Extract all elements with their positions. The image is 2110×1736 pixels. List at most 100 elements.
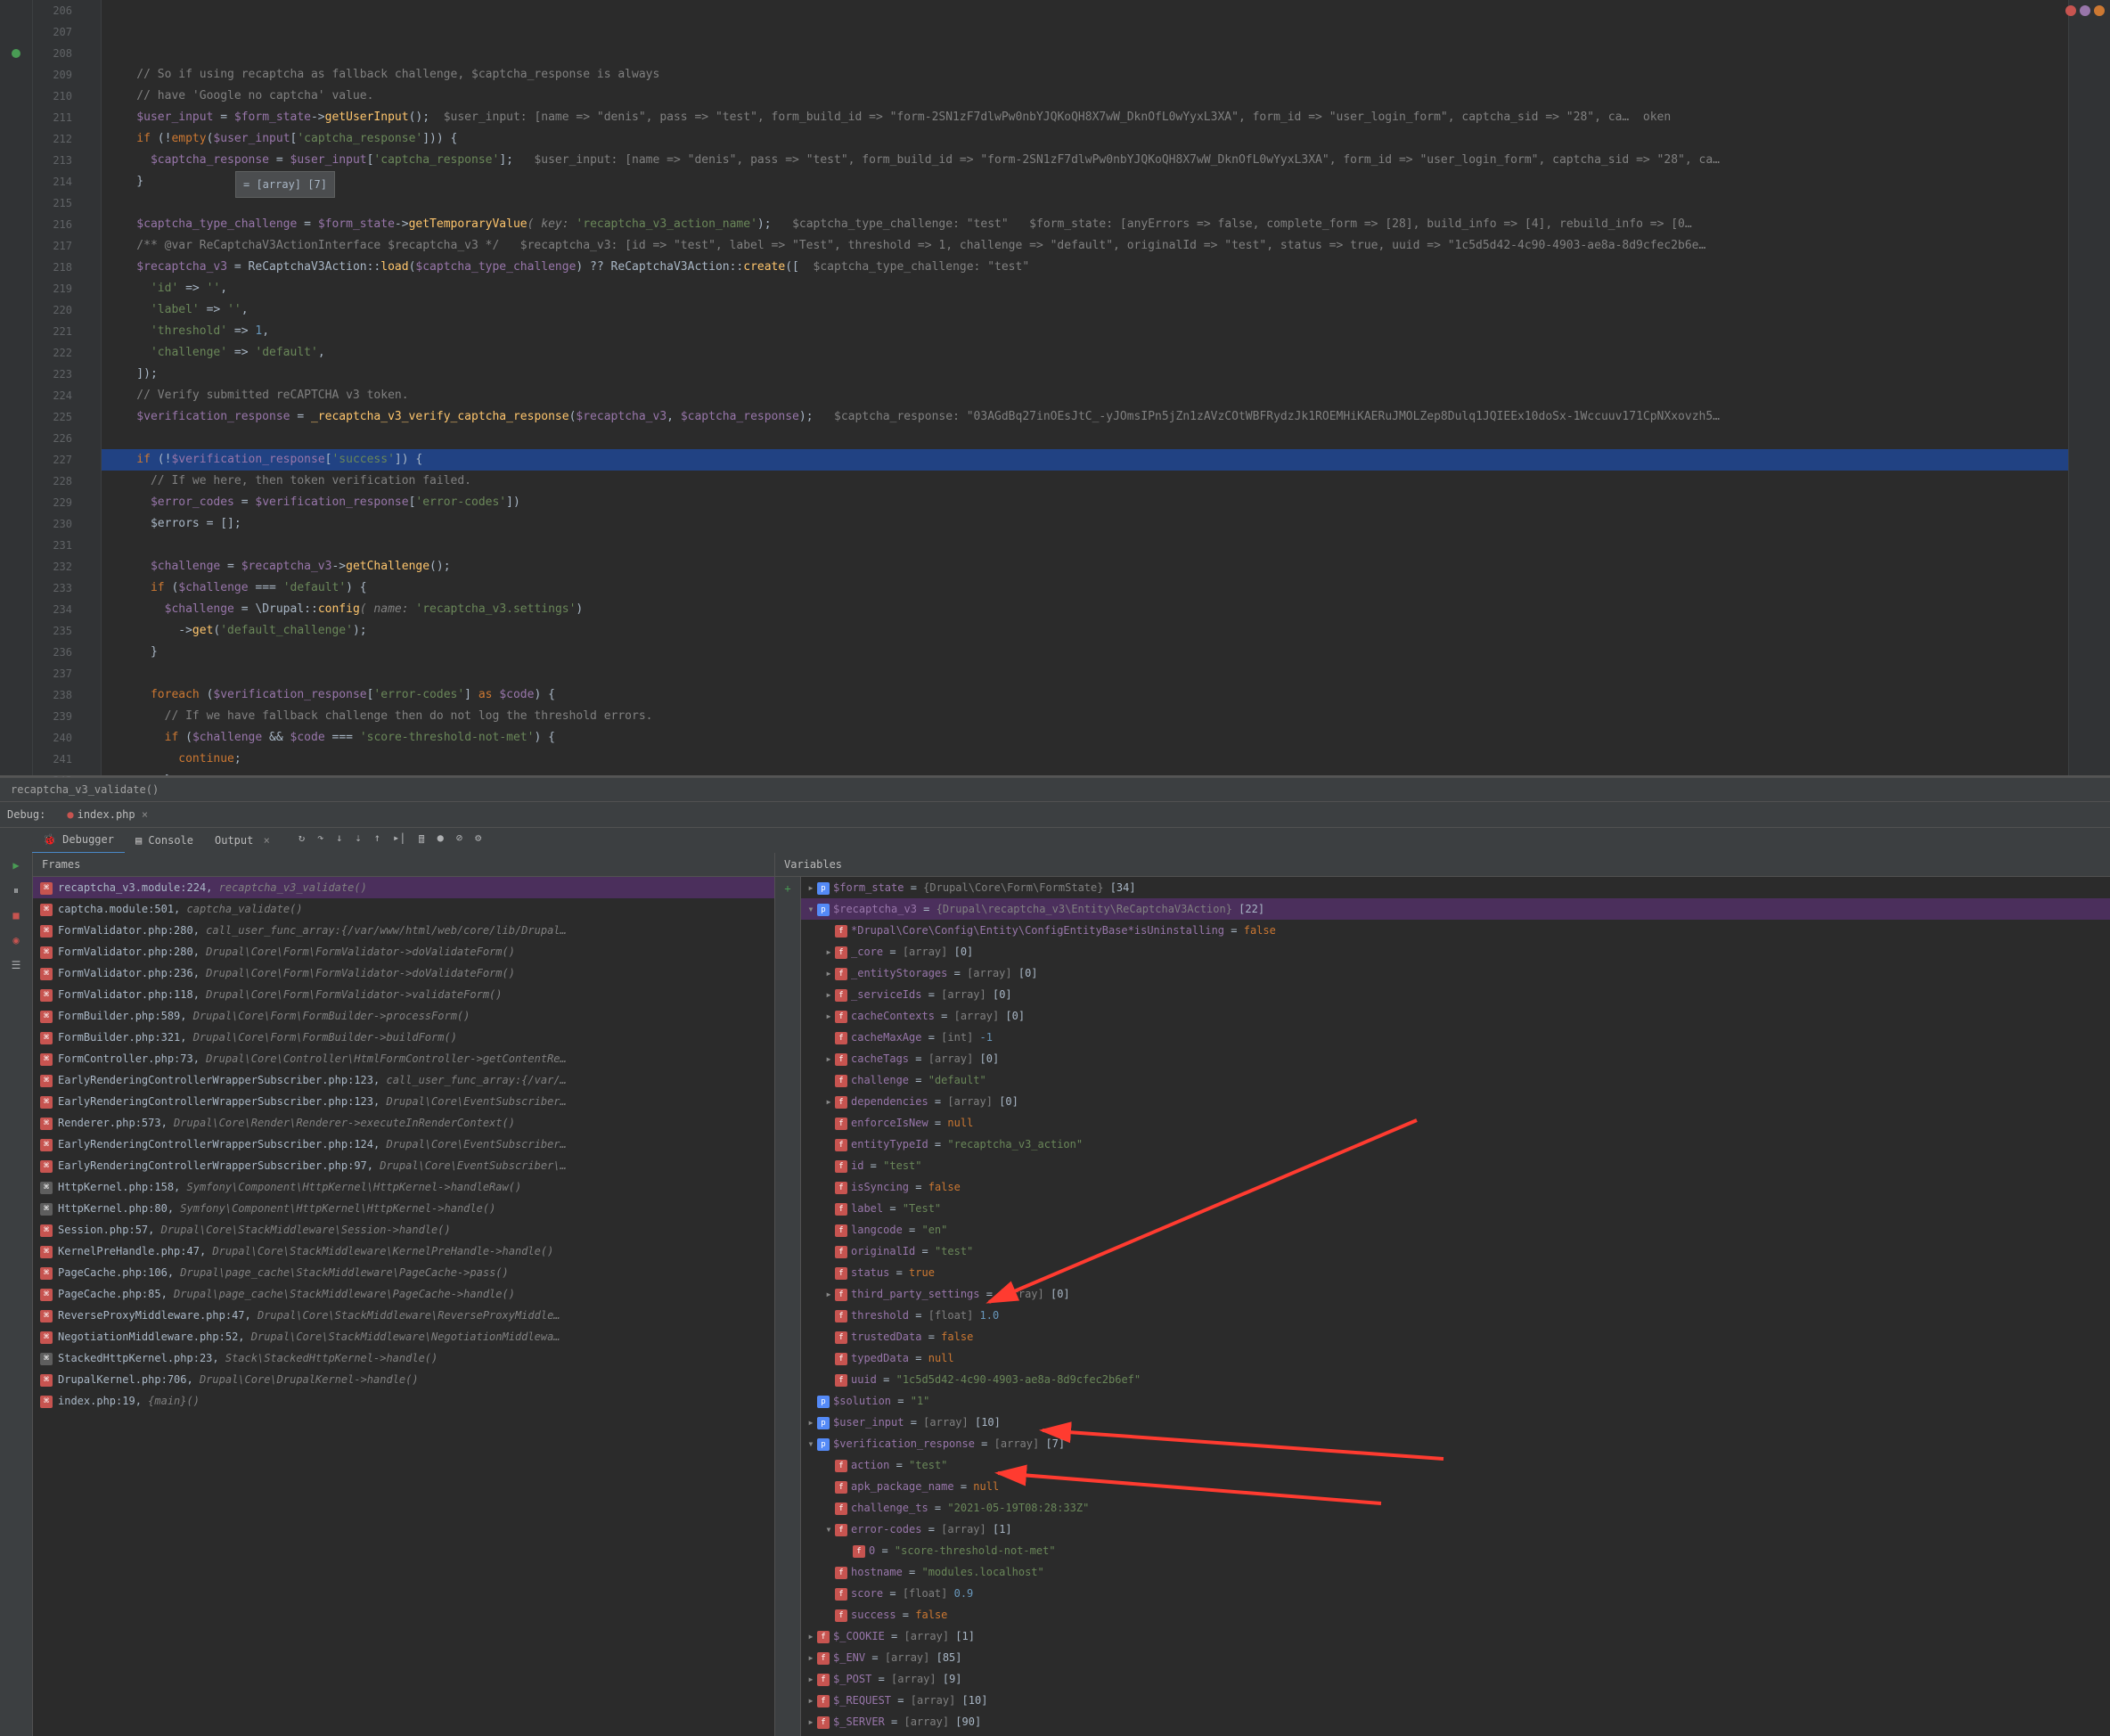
frames-list[interactable]: ⌘recaptcha_v3.module:224, recaptcha_v3_v… <box>33 877 774 1736</box>
variable-row[interactable]: fchallenge_ts = "2021-05-19T08:28:33Z" <box>801 1497 2110 1519</box>
rerun-icon[interactable]: ↻ <box>299 831 305 850</box>
code-line[interactable] <box>102 663 2068 684</box>
code-line[interactable]: if ($challenge === 'default') { <box>102 577 2068 599</box>
code-line[interactable]: $captcha_type_challenge = $form_state->g… <box>102 214 2068 235</box>
variable-row[interactable]: ▸f$_REQUEST = [array] [10] <box>801 1690 2110 1711</box>
code-line[interactable]: $challenge = \Drupal::config( name: 'rec… <box>102 599 2068 620</box>
variable-row[interactable]: fapk_package_name = null <box>801 1476 2110 1497</box>
code-line[interactable]: ]); <box>102 364 2068 385</box>
code-line[interactable]: if (!empty($user_input['captcha_response… <box>102 128 2068 150</box>
mute-breakpoints-icon[interactable]: ⊘ <box>456 831 462 850</box>
pause-icon[interactable]: ⏸ <box>0 878 32 903</box>
stack-frame[interactable]: ⌘NegotiationMiddleware.php:52, Drupal\Co… <box>33 1326 774 1347</box>
code-line[interactable]: } <box>102 770 2068 775</box>
view-breakpoints-icon[interactable]: ◉ <box>0 928 32 953</box>
variable-row[interactable]: ▸fdependencies = [array] [0] <box>801 1091 2110 1112</box>
evaluate-expression-icon[interactable]: 🖩 <box>418 831 424 850</box>
variables-list[interactable]: ▸p$form_state = {Drupal\Core\Form\FormSt… <box>801 877 2110 1736</box>
variable-row[interactable]: fenforceIsNew = null <box>801 1112 2110 1134</box>
variable-row[interactable]: p$solution = "1" <box>801 1390 2110 1412</box>
stack-frame[interactable]: ⌘index.php:19, {main}() <box>33 1390 774 1412</box>
stack-frame[interactable]: ⌘KernelPreHandle.php:47, Drupal\Core\Sta… <box>33 1241 774 1262</box>
add-watch-icon[interactable]: + <box>775 877 800 900</box>
code-line[interactable]: continue; <box>102 749 2068 770</box>
settings-icon[interactable]: ⚙ <box>475 831 481 850</box>
variable-row[interactable]: ▸f_entityStorages = [array] [0] <box>801 962 2110 984</box>
stack-frame[interactable]: ⌘PageCache.php:85, Drupal\page_cache\Sta… <box>33 1283 774 1305</box>
stack-frame[interactable]: ⌘EarlyRenderingControllerWrapperSubscrib… <box>33 1069 774 1091</box>
code-line[interactable]: // If we here, then token verification f… <box>102 471 2068 492</box>
variable-row[interactable]: ▸f$_SESSION = [array] [3] <box>801 1732 2110 1736</box>
stack-frame[interactable]: ⌘PageCache.php:106, Drupal\page_cache\St… <box>33 1262 774 1283</box>
stack-frame[interactable]: ⌘FormController.php:73, Drupal\Core\Cont… <box>33 1048 774 1069</box>
code-line[interactable]: $user_input = $form_state->getUserInput(… <box>102 107 2068 128</box>
stack-frame[interactable]: ⌘FormValidator.php:280, Drupal\Core\Form… <box>33 941 774 962</box>
breadcrumb[interactable]: recaptcha_v3_validate() <box>0 777 2110 801</box>
code-line[interactable]: // have 'Google no captcha' value. <box>102 86 2068 107</box>
variable-row[interactable]: faction = "test" <box>801 1454 2110 1476</box>
variable-row[interactable]: ▸fcacheTags = [array] [0] <box>801 1048 2110 1069</box>
variable-row[interactable]: ▾p$recaptcha_v3 = {Drupal\recaptcha_v3\E… <box>801 898 2110 920</box>
stack-frame[interactable]: ⌘EarlyRenderingControllerWrapperSubscrib… <box>33 1134 774 1155</box>
variable-row[interactable]: fisSyncing = false <box>801 1176 2110 1198</box>
variable-row[interactable]: ▸f_serviceIds = [array] [0] <box>801 984 2110 1005</box>
step-into-icon[interactable]: ↓ <box>336 831 342 850</box>
stop-icon[interactable]: ■ <box>0 903 32 928</box>
code-line[interactable]: 'label' => '', <box>102 299 2068 321</box>
variable-row[interactable]: f*Drupal\Core\Config\Entity\ConfigEntity… <box>801 920 2110 941</box>
code-line[interactable] <box>102 192 2068 214</box>
stack-frame[interactable]: ⌘StackedHttpKernel.php:23, Stack\Stacked… <box>33 1347 774 1369</box>
variable-row[interactable]: fchallenge = "default" <box>801 1069 2110 1091</box>
stack-frame[interactable]: ⌘ReverseProxyMiddleware.php:47, Drupal\C… <box>33 1305 774 1326</box>
stack-frame[interactable]: ⌘FormBuilder.php:321, Drupal\Core\Form\F… <box>33 1027 774 1048</box>
stack-frame[interactable]: ⌘captcha.module:501, captcha_validate() <box>33 898 774 920</box>
variable-row[interactable]: ▸p$user_input = [array] [10] <box>801 1412 2110 1433</box>
stack-frame[interactable]: ⌘FormValidator.php:236, Drupal\Core\Form… <box>33 962 774 984</box>
variable-row[interactable]: ftypedData = null <box>801 1347 2110 1369</box>
variable-row[interactable]: fstatus = true <box>801 1262 2110 1283</box>
variable-row[interactable]: ▸f$_COOKIE = [array] [1] <box>801 1625 2110 1647</box>
force-step-into-icon[interactable]: ⇣ <box>356 831 362 850</box>
code-line[interactable]: $errors = []; <box>102 513 2068 535</box>
step-out-icon[interactable]: ↑ <box>374 831 380 850</box>
code-line[interactable]: $recaptcha_v3 = ReCaptchaV3Action::load(… <box>102 257 2068 278</box>
variable-row[interactable]: fscore = [float] 0.9 <box>801 1583 2110 1604</box>
code-line[interactable]: // If we have fallback challenge then do… <box>102 706 2068 727</box>
variable-row[interactable]: fcacheMaxAge = [int] -1 <box>801 1027 2110 1048</box>
variable-row[interactable]: ▸f_core = [array] [0] <box>801 941 2110 962</box>
variable-row[interactable]: fuuid = "1c5d5d42-4c90-4903-ae8a-8d9cfec… <box>801 1369 2110 1390</box>
debug-run-tab[interactable]: index.php × <box>60 808 155 821</box>
variable-row[interactable]: fsuccess = false <box>801 1604 2110 1625</box>
variable-row[interactable]: ▸f$_POST = [array] [9] <box>801 1668 2110 1690</box>
stack-frame[interactable]: ⌘recaptcha_v3.module:224, recaptcha_v3_v… <box>33 877 774 898</box>
code-line[interactable]: $error_codes = $verification_response['e… <box>102 492 2068 513</box>
variable-row[interactable]: fentityTypeId = "recaptcha_v3_action" <box>801 1134 2110 1155</box>
code-line[interactable]: /** @var ReCaptchaV3ActionInterface $rec… <box>102 235 2068 257</box>
variable-row[interactable]: ▸p$form_state = {Drupal\Core\Form\FormSt… <box>801 877 2110 898</box>
code-line[interactable]: $captcha_response = $user_input['captcha… <box>102 150 2068 171</box>
variable-row[interactable]: foriginalId = "test" <box>801 1241 2110 1262</box>
code-line[interactable]: foreach ($verification_response['error-c… <box>102 684 2068 706</box>
code-line[interactable]: 'id' => '', <box>102 278 2068 299</box>
stack-frame[interactable]: ⌘HttpKernel.php:80, Symfony\Component\Ht… <box>33 1198 774 1219</box>
variable-row[interactable]: ftrustedData = false <box>801 1326 2110 1347</box>
stack-frame[interactable]: ⌘FormBuilder.php:589, Drupal\Core\Form\F… <box>33 1005 774 1027</box>
resume-icon[interactable]: ▶ <box>0 853 32 878</box>
tab-console[interactable]: ▤ Console <box>125 828 204 853</box>
stack-frame[interactable]: ⌘HttpKernel.php:158, Symfony\Component\H… <box>33 1176 774 1198</box>
variable-row[interactable]: fhostname = "modules.localhost" <box>801 1561 2110 1583</box>
variable-row[interactable]: fid = "test" <box>801 1155 2110 1176</box>
variable-row[interactable]: flangcode = "en" <box>801 1219 2110 1241</box>
stack-frame[interactable]: ⌘EarlyRenderingControllerWrapperSubscrib… <box>33 1155 774 1176</box>
code-line[interactable]: if (!$verification_response['success']) … <box>102 449 2068 471</box>
code-line[interactable]: } <box>102 642 2068 663</box>
step-over-icon[interactable]: ↷ <box>317 831 323 850</box>
code-line[interactable] <box>102 428 2068 449</box>
code-editor[interactable]: 2062072082092102112122132142152162172182… <box>0 0 2110 777</box>
code-line[interactable]: // Verify submitted reCAPTCHA v3 token. <box>102 385 2068 406</box>
stack-frame[interactable]: ⌘DrupalKernel.php:706, Drupal\Core\Drupa… <box>33 1369 774 1390</box>
variable-row[interactable]: ▸fthird_party_settings = [array] [0] <box>801 1283 2110 1305</box>
code-line[interactable]: $verification_response = _recaptcha_v3_v… <box>102 406 2068 428</box>
variable-row[interactable]: ▸f$_ENV = [array] [85] <box>801 1647 2110 1668</box>
tab-debugger[interactable]: 🐞 Debugger <box>32 827 125 854</box>
